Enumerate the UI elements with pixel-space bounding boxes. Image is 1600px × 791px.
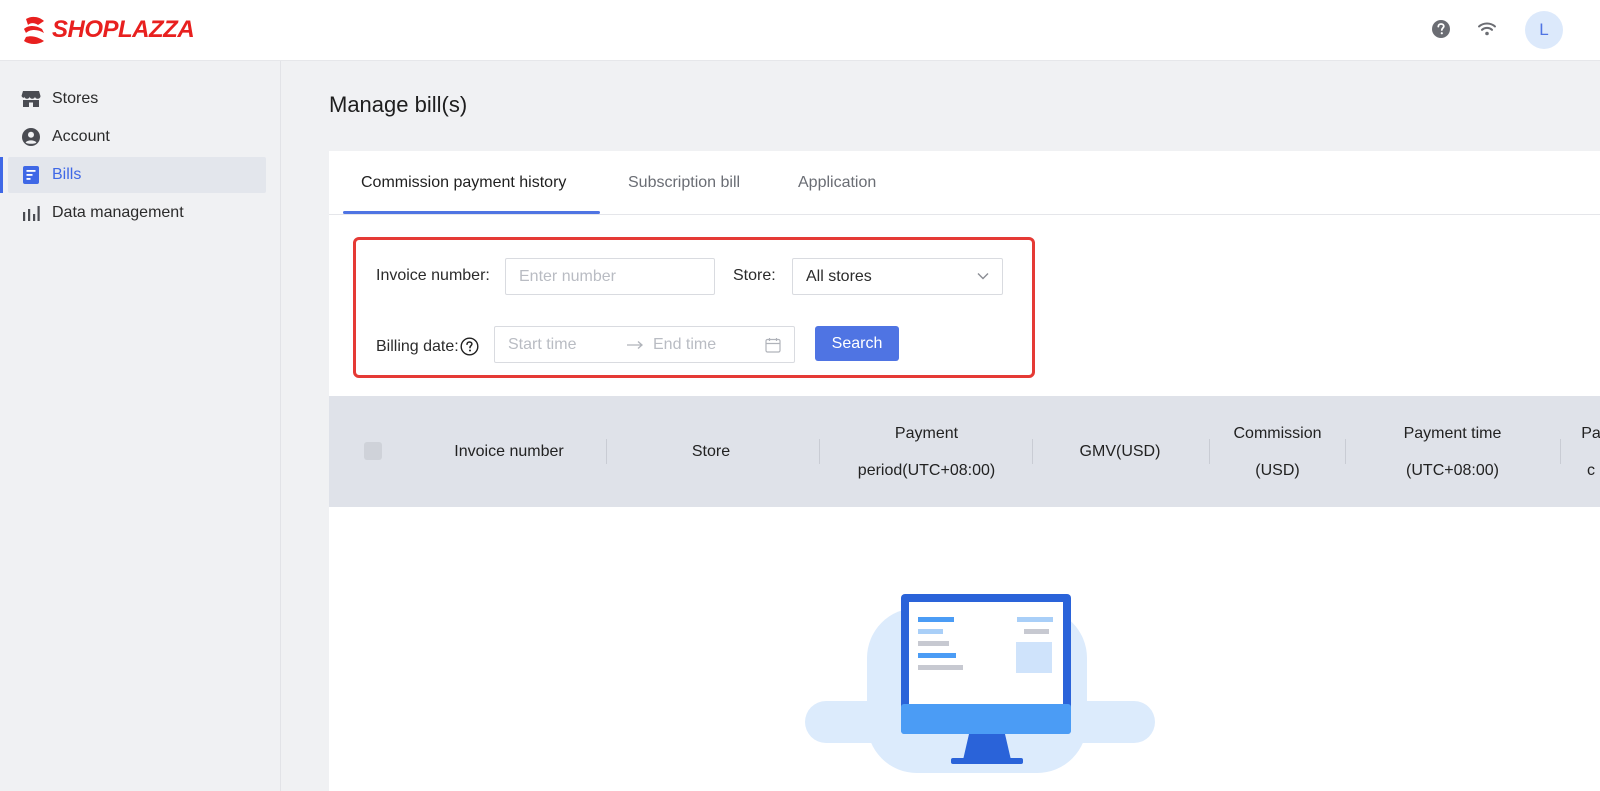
filter-panel: Invoice number: Enter number Store: All … (353, 237, 1035, 378)
sidebar-item-data-management[interactable]: Data management (8, 195, 266, 231)
shoplazza-logo-icon (24, 16, 44, 44)
column-header-line1: GMV(USD) (1079, 443, 1161, 460)
column-header-line1: Store (691, 443, 731, 460)
empty-state-illustration (805, 594, 1155, 773)
column-header-payment-period[interactable]: Payment period(UTC+08:00) (820, 396, 1033, 507)
arrow-right-icon (627, 341, 643, 349)
invoice-number-label: Invoice number: (376, 267, 490, 284)
user-circle-icon (21, 127, 41, 147)
column-header-line2: (USD) (1255, 461, 1300, 479)
column-header-payment-time[interactable]: Payment time (UTC+08:00) (1346, 396, 1559, 507)
bill-icon (21, 165, 41, 185)
column-header-line1: Commission (1233, 424, 1322, 442)
sidebar-item-account[interactable]: Account (8, 119, 266, 155)
avatar-initial: L (1539, 20, 1549, 39)
tab-commission-payment-history[interactable]: Commission payment history (361, 151, 566, 215)
column-header-line1: Payment (894, 424, 959, 442)
tab-label: Commission payment history (361, 174, 567, 191)
calendar-icon (765, 338, 781, 353)
avatar[interactable]: L (1525, 11, 1563, 49)
sidebar-item-label: Bills (52, 166, 82, 183)
column-header-line2: (UTC+08:00) (1406, 461, 1499, 479)
store-select-value: All stores (806, 267, 872, 285)
bills-card: Commission payment history Subscription … (329, 151, 1600, 791)
shoplazza-logo[interactable]: SHOPLAZZA (22, 14, 195, 46)
store-label: Store: (733, 267, 776, 284)
select-all-checkbox[interactable] (364, 442, 382, 460)
column-header-line2: period(UTC+08:00) (857, 461, 996, 479)
column-header-truncated[interactable]: Pa c (1561, 396, 1600, 507)
start-time-placeholder: Start time (508, 335, 577, 353)
invoice-number-input[interactable]: Enter number (505, 258, 715, 295)
brand-name: SHOPLAZZA (52, 16, 195, 43)
column-header-line1: Pa (1581, 424, 1600, 442)
table-header: Invoice number Store Payment period(UTC+… (329, 396, 1600, 507)
tab-bar: Commission payment history Subscription … (329, 151, 1600, 215)
column-header-gmv[interactable]: GMV(USD) (1033, 396, 1207, 507)
sidebar-item-stores[interactable]: Stores (8, 81, 266, 117)
top-bar: SHOPLAZZA L (0, 0, 1600, 61)
active-tab-indicator (343, 211, 600, 214)
sidebar-item-label: Stores (52, 90, 99, 107)
column-header-line1: Invoice number (454, 443, 564, 460)
sidebar-item-label: Account (52, 128, 110, 145)
column-header-line2: c (1587, 461, 1595, 479)
billing-date-label: Billing date: (376, 337, 459, 355)
tab-subscription-bill[interactable]: Subscription bill (628, 151, 740, 215)
column-header-line1: Payment time (1403, 424, 1502, 442)
column-header-store[interactable]: Store (607, 396, 815, 507)
store-select[interactable]: All stores (792, 258, 1003, 295)
column-header-invoice-number[interactable]: Invoice number (419, 396, 599, 507)
wifi-icon[interactable] (1477, 19, 1497, 39)
page-title: Manage bill(s) (329, 92, 468, 117)
tab-label: Application (798, 174, 877, 191)
question-circle-icon[interactable] (460, 337, 479, 356)
search-button-label: Search (831, 334, 883, 352)
store-icon (21, 89, 41, 109)
search-button[interactable]: Search (815, 326, 899, 361)
bar-chart-icon (21, 203, 41, 223)
invoice-number-placeholder: Enter number (519, 267, 616, 285)
question-circle-icon[interactable] (1431, 19, 1451, 39)
chevron-down-icon (977, 273, 989, 280)
sidebar-item-label: Data management (52, 204, 184, 221)
sidebar: Stores Account Bills Data management (0, 61, 281, 791)
tab-label: Subscription bill (628, 174, 741, 191)
billing-date-label-group: Billing date: (376, 337, 479, 356)
billing-date-range-picker[interactable]: Start time End time (494, 326, 795, 363)
tab-application[interactable]: Application (798, 151, 876, 215)
end-time-placeholder: End time (653, 335, 717, 353)
sidebar-item-bills[interactable]: Bills (0, 157, 266, 193)
column-header-commission[interactable]: Commission (USD) (1210, 396, 1345, 507)
